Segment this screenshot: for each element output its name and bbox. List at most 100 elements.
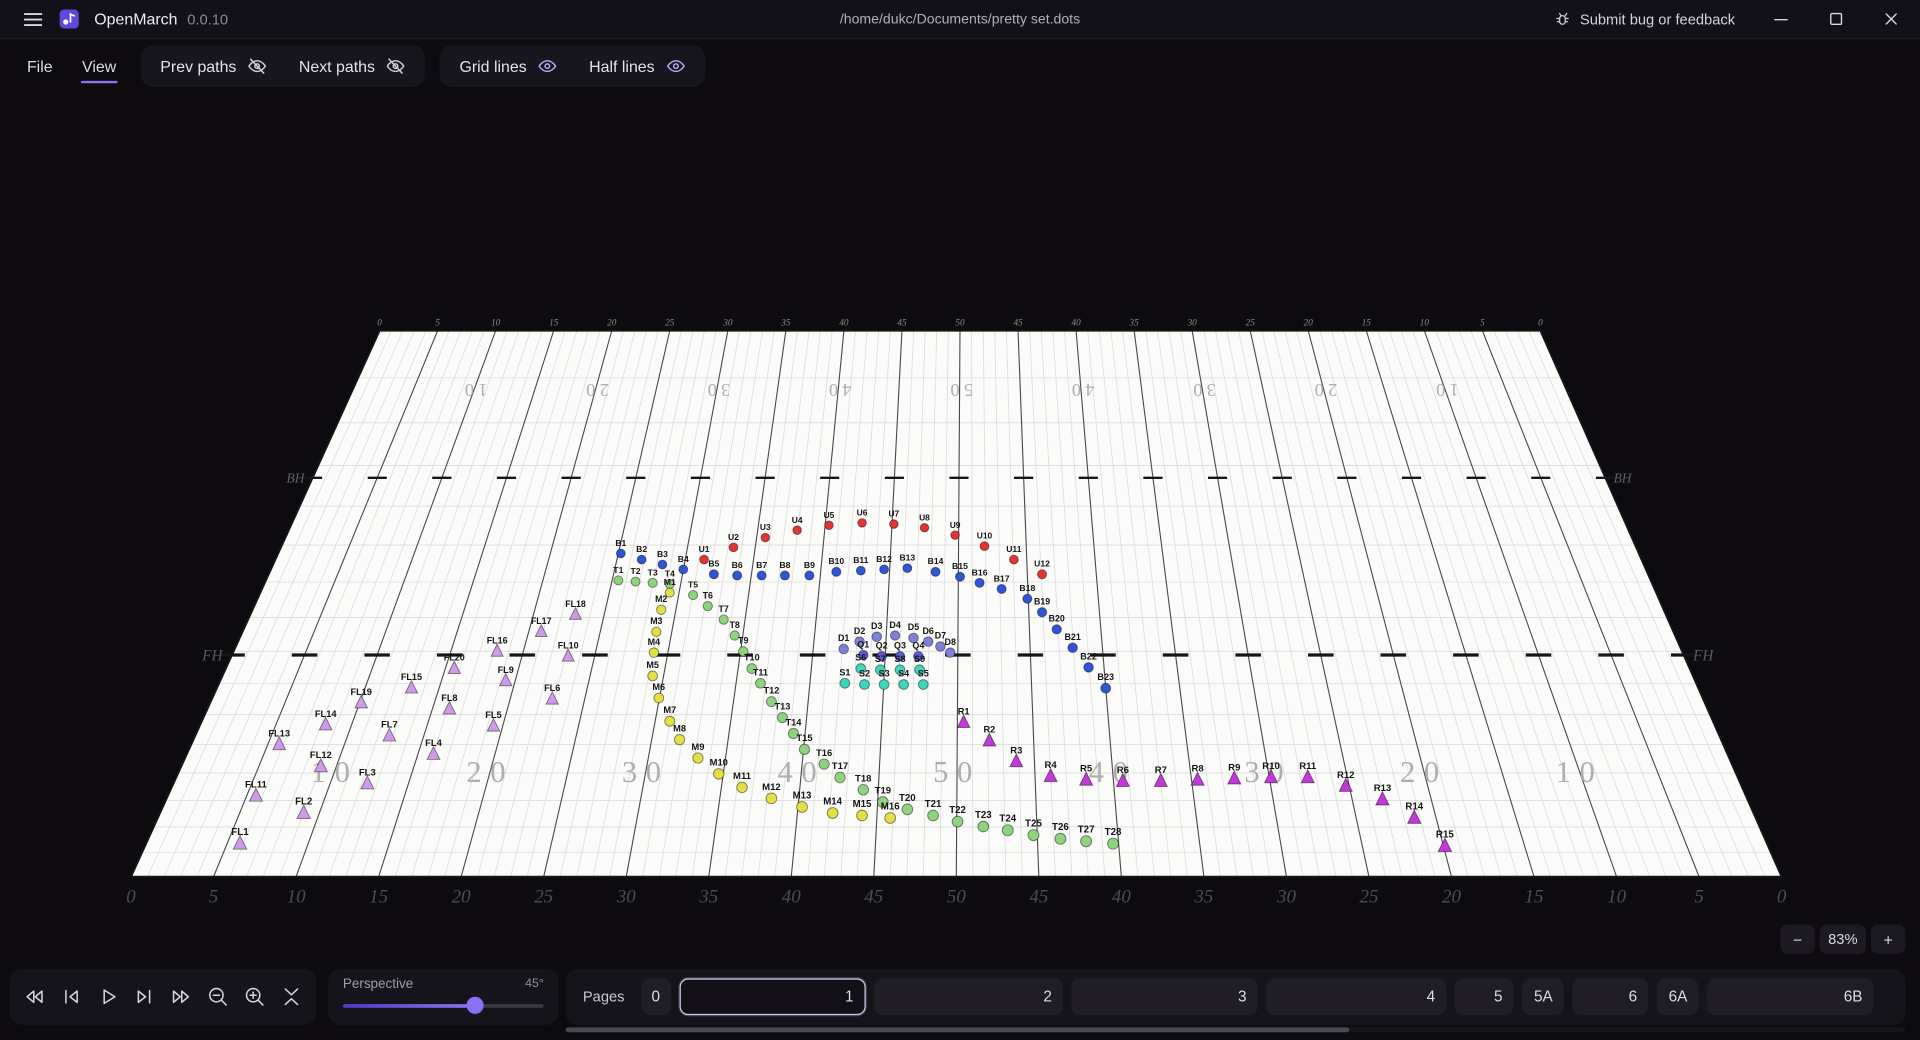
svg-text:D2: D2 <box>854 626 865 636</box>
zoom-out-button[interactable] <box>200 977 235 1016</box>
toggle-prev-paths[interactable]: Prev paths <box>146 50 282 82</box>
perspective-value: 45° <box>525 977 544 992</box>
skip-forward-button[interactable] <box>127 977 162 1016</box>
marker-B1[interactable]: B1 <box>615 538 626 558</box>
bug-icon <box>1554 10 1571 27</box>
svg-text:M7: M7 <box>663 705 676 715</box>
svg-text:M1: M1 <box>664 577 676 587</box>
marker-U6[interactable]: U6 <box>857 508 868 528</box>
drill-canvas[interactable]: 1020304050403020101020304050403020100510… <box>0 0 1920 1040</box>
marker-R6[interactable]: R6 <box>1116 765 1129 787</box>
svg-text:FL15: FL15 <box>401 672 422 682</box>
marker-U4[interactable]: U4 <box>792 515 803 535</box>
play-icon <box>96 984 120 1008</box>
titlebar-right: Submit bug or feedback <box>1554 10 1900 28</box>
marker-B2[interactable]: B2 <box>636 544 647 564</box>
hamburger-menu-button[interactable] <box>22 8 44 30</box>
svg-text:20: 20 <box>582 380 609 400</box>
marker-R4[interactable]: R4 <box>1044 760 1057 782</box>
svg-text:R1: R1 <box>958 706 970 716</box>
feedback-button[interactable]: Submit bug or feedback <box>1554 10 1735 27</box>
close-button[interactable] <box>1882 10 1900 28</box>
page-5A[interactable]: 5A <box>1522 978 1564 1015</box>
svg-text:M4: M4 <box>648 637 660 647</box>
marker-R8[interactable]: R8 <box>1191 764 1204 786</box>
slider-thumb[interactable] <box>467 997 484 1014</box>
page-2[interactable]: 2 <box>874 978 1063 1015</box>
skip-back-button[interactable] <box>54 977 89 1016</box>
svg-text:B17: B17 <box>994 573 1010 583</box>
marker-R5[interactable]: R5 <box>1080 764 1093 786</box>
svg-text:T11: T11 <box>753 667 768 677</box>
svg-text:10: 10 <box>1432 380 1459 400</box>
toggle-next-paths[interactable]: Next paths <box>284 50 420 82</box>
svg-text:T25: T25 <box>1025 819 1042 830</box>
svg-text:40: 40 <box>1071 318 1081 328</box>
svg-text:50: 50 <box>946 380 973 400</box>
svg-text:FL11: FL11 <box>245 780 267 791</box>
svg-text:FL3: FL3 <box>359 767 376 778</box>
marker-B3[interactable]: B3 <box>657 549 668 569</box>
page-6A[interactable]: 6A <box>1657 978 1699 1015</box>
svg-text:S5: S5 <box>918 669 929 679</box>
hamburger-icon <box>22 8 44 30</box>
svg-text:35: 35 <box>698 886 718 907</box>
marker-B4[interactable]: B4 <box>678 554 689 574</box>
svg-text:R6: R6 <box>1117 765 1129 776</box>
perspective-slider[interactable] <box>343 996 544 1018</box>
svg-text:FL20: FL20 <box>444 653 465 663</box>
page-4[interactable]: 4 <box>1266 978 1446 1015</box>
svg-text:5: 5 <box>435 318 440 328</box>
marker-R9[interactable]: R9 <box>1228 762 1241 784</box>
playback-controls <box>10 969 316 1025</box>
svg-text:30: 30 <box>722 318 733 328</box>
svg-text:FH: FH <box>1692 647 1714 664</box>
play-button[interactable] <box>90 977 125 1016</box>
marker-R7[interactable]: R7 <box>1154 765 1167 787</box>
marker-U9[interactable]: U9 <box>950 520 961 540</box>
svg-text:T18: T18 <box>855 773 872 784</box>
eye-off-icon <box>386 56 406 76</box>
svg-text:45: 45 <box>864 886 883 907</box>
svg-text:0: 0 <box>126 886 136 907</box>
toggle-grid-lines[interactable]: Grid lines <box>445 50 572 82</box>
fit-view-button[interactable] <box>273 977 308 1016</box>
svg-text:35: 35 <box>780 318 791 328</box>
marker-U5[interactable]: U5 <box>824 510 835 530</box>
svg-text:U6: U6 <box>857 508 868 518</box>
zoom-in-button[interactable]: + <box>1871 924 1905 953</box>
openmarch-logo-icon <box>59 9 80 30</box>
zoom-in-button[interactable] <box>237 977 272 1016</box>
page-5[interactable]: 5 <box>1455 978 1514 1015</box>
fast-forward-button[interactable] <box>163 977 198 1016</box>
toggle-group: Prev pathsNext paths <box>141 45 425 87</box>
menu-view[interactable]: View <box>70 48 129 84</box>
marker-U8[interactable]: U8 <box>919 512 930 532</box>
svg-text:S1: S1 <box>839 667 850 677</box>
toggle-half-lines[interactable]: Half lines <box>574 50 699 82</box>
rewind-button[interactable] <box>17 977 52 1016</box>
marker-U3[interactable]: U3 <box>760 522 771 542</box>
menu-file[interactable]: File <box>15 48 65 84</box>
pages-scrollbar[interactable] <box>566 1027 1906 1032</box>
marker-U7[interactable]: U7 <box>888 509 899 529</box>
page-6B[interactable]: 6B <box>1707 978 1874 1015</box>
page-0[interactable]: 0 <box>642 978 671 1015</box>
svg-text:FL16: FL16 <box>487 636 508 646</box>
page-1[interactable]: 1 <box>680 978 866 1015</box>
svg-text:FL10: FL10 <box>558 640 579 650</box>
fast-forward-icon <box>169 984 193 1008</box>
page-6[interactable]: 6 <box>1572 978 1648 1015</box>
zoom-out-button[interactable]: − <box>1780 924 1814 953</box>
svg-text:FL8: FL8 <box>441 693 457 703</box>
svg-text:B13: B13 <box>899 553 915 563</box>
svg-text:25: 25 <box>1359 886 1378 907</box>
minimize-button[interactable] <box>1772 10 1790 28</box>
marker-U2[interactable]: U2 <box>728 532 739 552</box>
svg-text:Q2: Q2 <box>876 640 888 650</box>
maximize-button[interactable] <box>1827 10 1845 28</box>
pages-scroll-thumb[interactable] <box>566 1027 1350 1032</box>
page-3[interactable]: 3 <box>1071 978 1257 1015</box>
svg-text:30: 30 <box>1189 380 1216 400</box>
svg-text:5: 5 <box>209 886 218 907</box>
